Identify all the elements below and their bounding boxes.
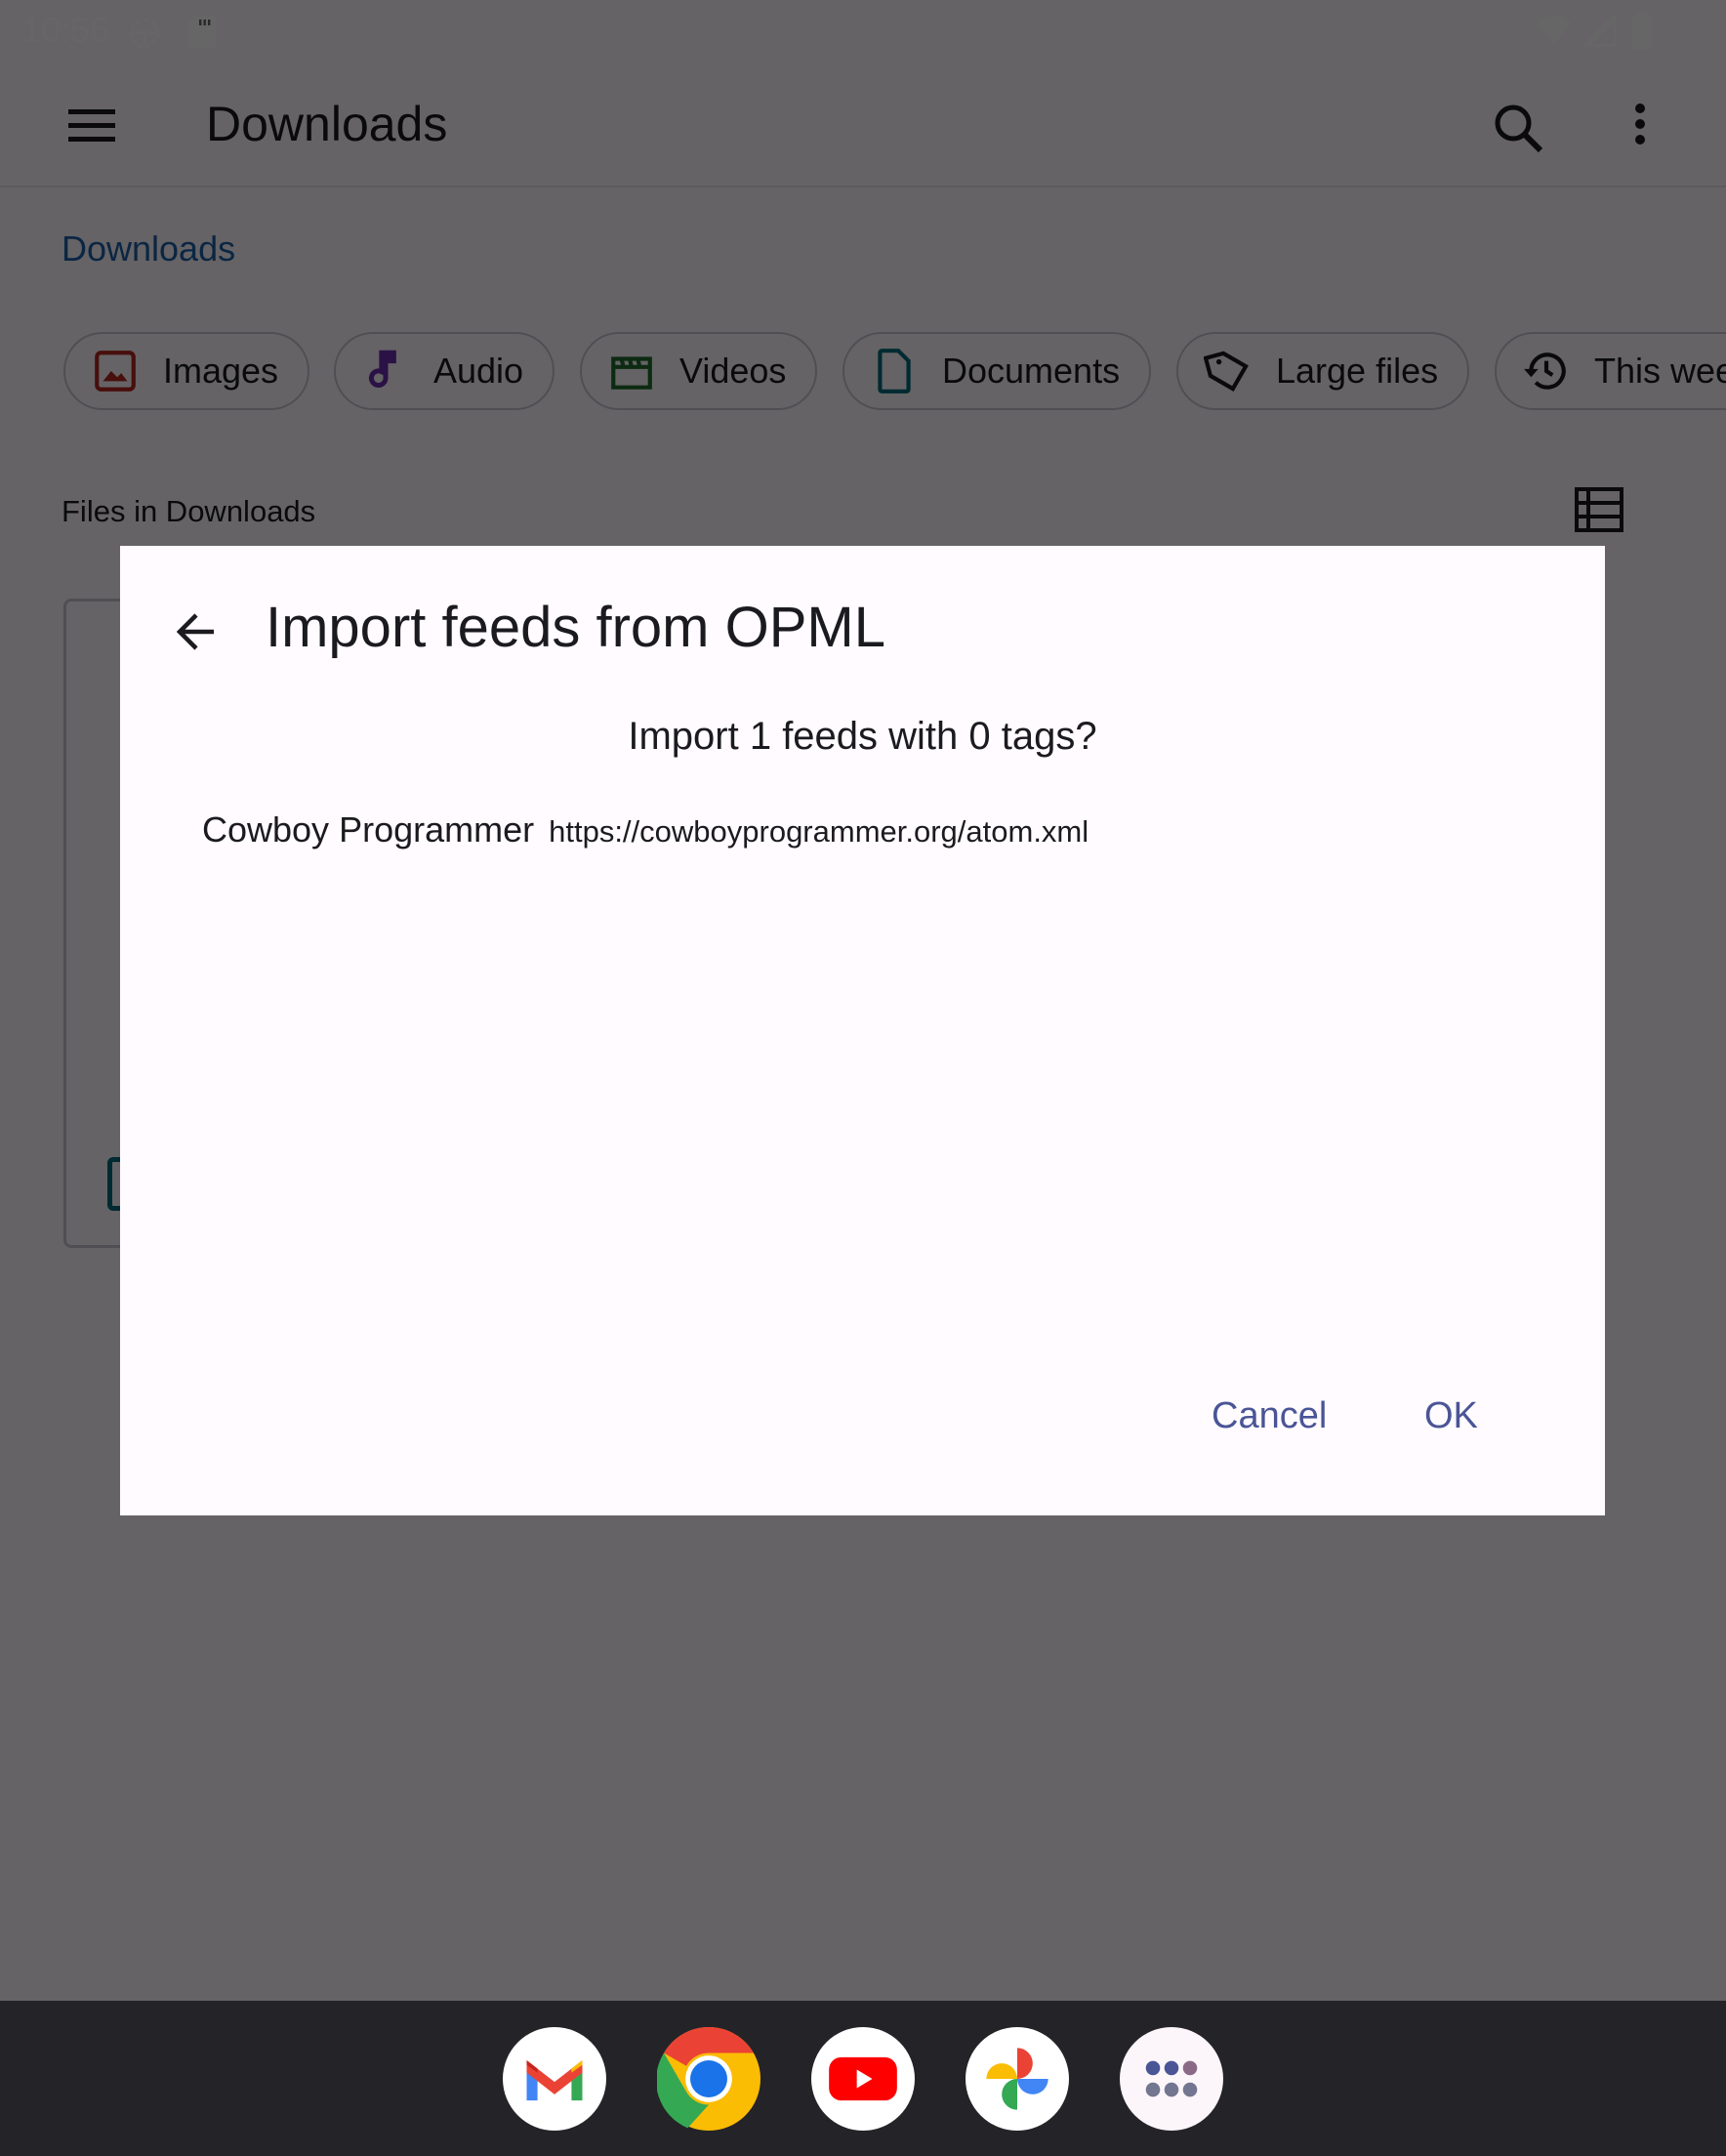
dock-app-youtube[interactable] [811, 2027, 915, 2131]
dock-app-gmail[interactable] [503, 2027, 606, 2131]
youtube-icon [829, 2056, 897, 2101]
import-question: Import 1 feeds with 0 tags? [628, 715, 1097, 758]
dock-app-chrome[interactable] [657, 2027, 760, 2131]
photos-icon [986, 2048, 1048, 2110]
back-button[interactable] [167, 602, 226, 661]
feed-name: Cowboy Programmer [202, 809, 535, 850]
app-drawer-icon [1145, 2060, 1198, 2097]
import-opml-dialog: Import feeds from OPML Import 1 feeds wi… [120, 546, 1605, 1515]
dock-app-drawer[interactable] [1120, 2027, 1223, 2131]
arrow-back-icon [176, 613, 214, 650]
chrome-icon [657, 2027, 760, 2131]
feed-url: https://cowboyprogrammer.org/atom.xml [549, 814, 1089, 849]
feed-list-item: Cowboy Programmer https://cowboyprogramm… [202, 809, 1089, 850]
dialog-title: Import feeds from OPML [266, 596, 885, 659]
ok-button[interactable]: OK [1411, 1386, 1492, 1447]
cancel-button[interactable]: Cancel [1198, 1386, 1340, 1447]
dock-app-photos[interactable] [966, 2027, 1069, 2131]
gmail-icon [526, 2060, 583, 2101]
